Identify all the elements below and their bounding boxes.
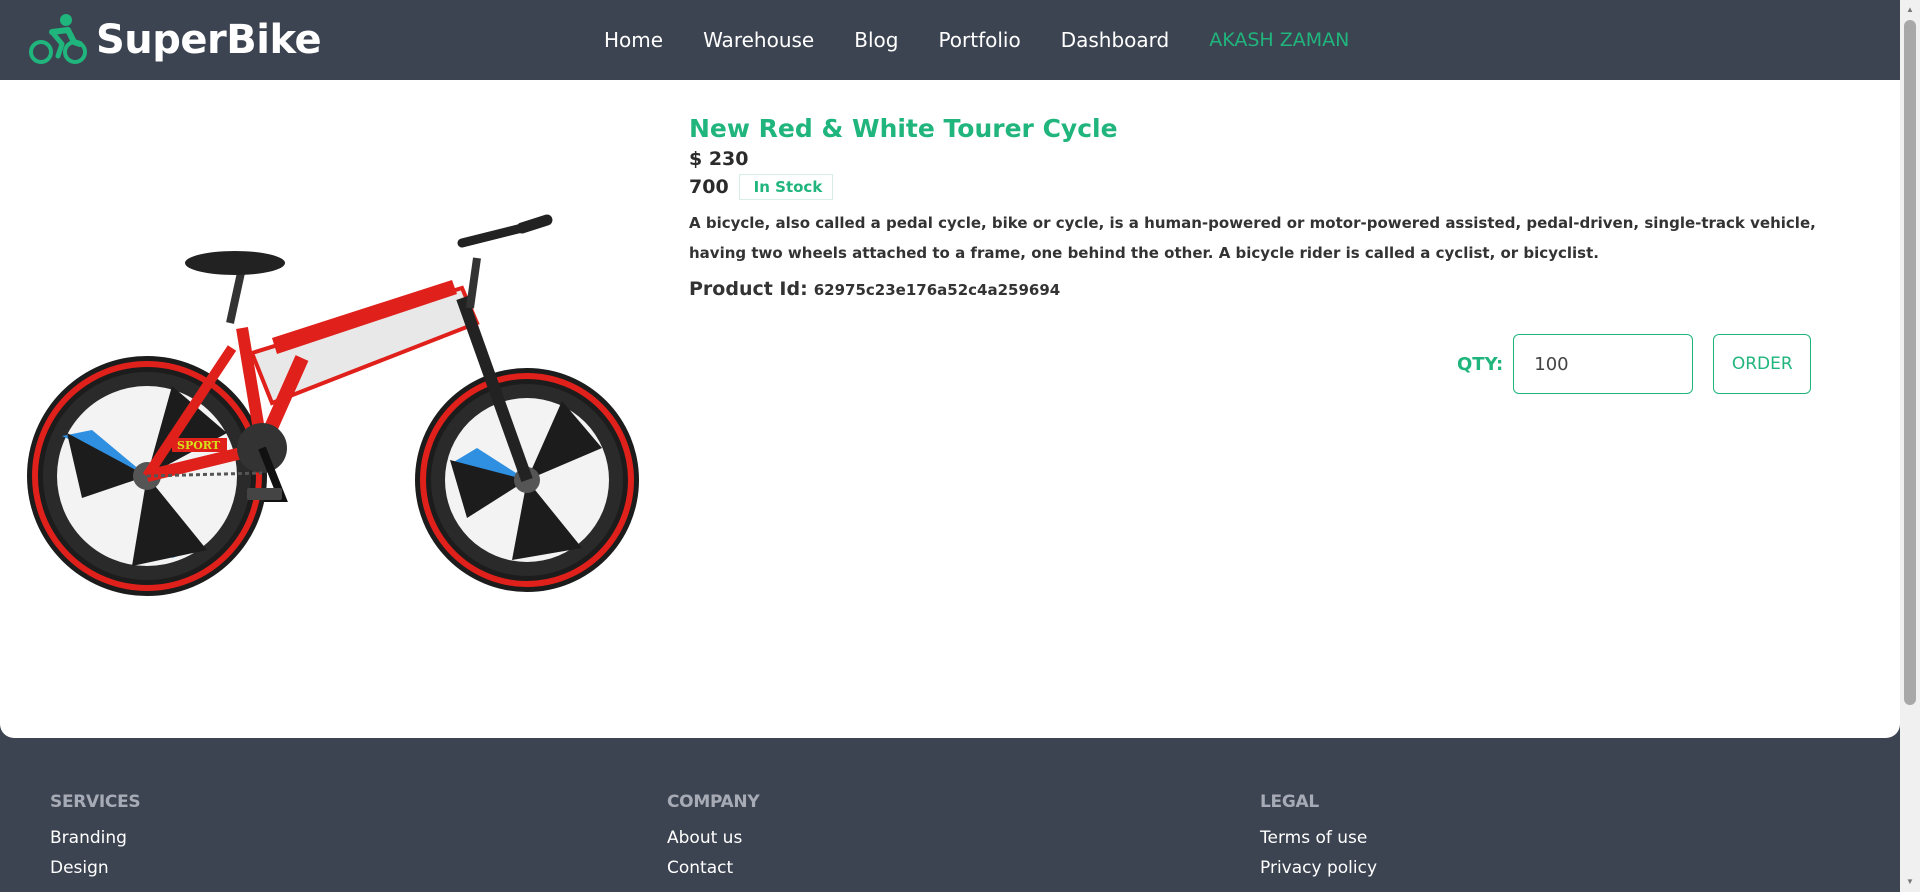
product-price: $ 230 xyxy=(689,148,749,170)
product-id-row: Product Id: 62975c23e176a52c4a259694 xyxy=(689,278,1839,300)
scroll-up-arrow-icon[interactable]: ▲ xyxy=(1900,2,1920,18)
footer-link-branding[interactable]: Branding xyxy=(50,828,140,848)
nav-user-name[interactable]: AKASH ZAMAN xyxy=(1209,29,1349,51)
scroll-thumb[interactable] xyxy=(1904,20,1916,705)
nav-portfolio[interactable]: Portfolio xyxy=(938,28,1020,52)
product-id-value: 62975c23e176a52c4a259694 xyxy=(813,281,1061,299)
product-description: A bicycle, also called a pedal cycle, bi… xyxy=(689,214,1816,262)
footer-link-about-us[interactable]: About us xyxy=(667,828,759,848)
footer-legal-heading: LEGAL xyxy=(1260,792,1319,812)
stock-row: 700 In Stock xyxy=(689,174,1839,200)
footer-company: COMPANY About us Contact xyxy=(667,792,760,878)
svg-text:SPORT: SPORT xyxy=(177,439,221,452)
footer-link-contact[interactable]: Contact xyxy=(667,858,759,878)
footer-link-design[interactable]: Design xyxy=(50,858,140,878)
navbar: SuperBike Home Warehouse Blog Portfolio … xyxy=(0,0,1900,80)
brand-link[interactable]: SuperBike xyxy=(28,12,322,68)
nav-links: Home Warehouse Blog Portfolio Dashboard … xyxy=(604,0,1349,80)
stock-quantity: 700 xyxy=(689,176,729,198)
scroll-down-arrow-icon[interactable]: ▼ xyxy=(1900,874,1920,890)
page-scrollbar[interactable]: ▲ ▼ xyxy=(1900,0,1920,892)
product-detail-section: SPORT New Red & White Tourer Cycle $ 230… xyxy=(0,80,1900,738)
brand-name: SuperBike xyxy=(96,17,322,63)
order-form: QTY: ORDER xyxy=(1457,334,1812,394)
footer-services: SERVICES Branding Design xyxy=(50,792,141,878)
footer: SERVICES Branding Design COMPANY About u… xyxy=(0,738,1900,892)
product-id-label: Product Id: xyxy=(689,278,808,300)
nav-warehouse[interactable]: Warehouse xyxy=(703,28,814,52)
nav-dashboard[interactable]: Dashboard xyxy=(1061,28,1170,52)
footer-link-privacy[interactable]: Privacy policy xyxy=(1260,858,1377,878)
nav-blog[interactable]: Blog xyxy=(854,28,898,52)
product-info: New Red & White Tourer Cycle $ 230 700 I… xyxy=(689,112,1839,300)
footer-services-heading: SERVICES xyxy=(50,792,141,812)
product-title: New Red & White Tourer Cycle xyxy=(689,114,1118,143)
stock-status-badge: In Stock xyxy=(738,174,834,200)
order-button[interactable]: ORDER xyxy=(1713,334,1812,394)
footer-company-heading: COMPANY xyxy=(667,792,760,812)
bicycle-logo-icon xyxy=(29,14,87,64)
qty-label: QTY: xyxy=(1457,353,1504,375)
bicycle-product-image: SPORT xyxy=(27,214,639,596)
nav-home[interactable]: Home xyxy=(604,28,663,52)
qty-input[interactable] xyxy=(1513,334,1694,394)
footer-link-terms[interactable]: Terms of use xyxy=(1260,828,1377,848)
footer-legal: LEGAL Terms of use Privacy policy xyxy=(1260,792,1377,878)
